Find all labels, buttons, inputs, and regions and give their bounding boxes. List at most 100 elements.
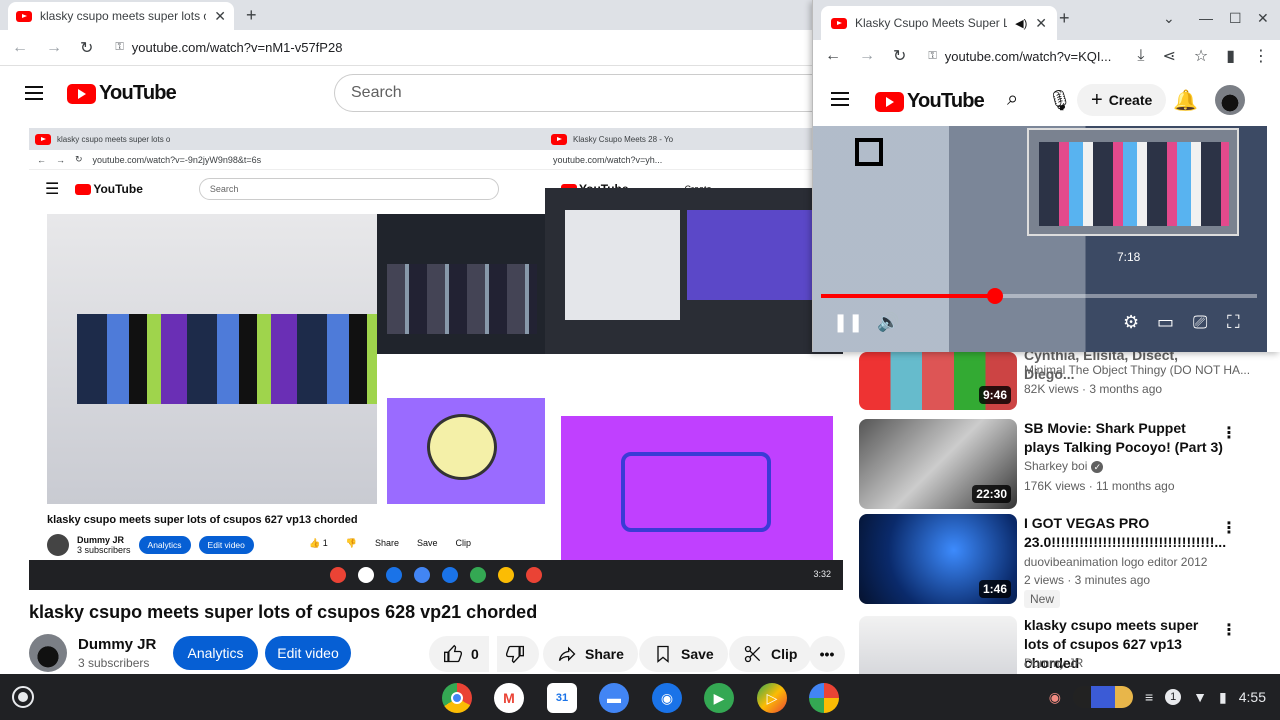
holding-space-icon[interactable]	[1073, 686, 1133, 708]
pip-reload-icon[interactable]: ↻	[893, 46, 906, 66]
clip-button[interactable]: Clip	[729, 636, 812, 672]
pip-video-player[interactable]: 7:18 ❚❚ 🔊 ⚙ ▭ ⎚ ⛶	[813, 126, 1267, 352]
fullscreen-icon[interactable]: ⛶	[1227, 312, 1240, 333]
related-channel-2[interactable]: duovibeanimation logo editor 2012	[1024, 555, 1207, 569]
related-thumbnail-3[interactable]	[859, 616, 1017, 674]
related-thumbnail-2[interactable]: 1:46	[859, 514, 1017, 604]
share-page-icon[interactable]: ⋖	[1162, 46, 1175, 66]
inner-subs: 3 subscribers	[77, 545, 131, 555]
save-button[interactable]: Save	[639, 636, 728, 672]
status-area[interactable]: ◉ ≡ 1 ▼ ▮ 4:55	[1049, 683, 1266, 711]
share-icon	[558, 646, 576, 662]
inner-calendar-icon	[386, 567, 402, 583]
close-tab-icon[interactable]: ✕	[214, 8, 226, 25]
chrome-menu-icon[interactable]: ⋮	[1253, 46, 1269, 66]
minimize-icon[interactable]: —	[1199, 10, 1213, 26]
url-field[interactable]: ⚿ youtube.com/watch?v=nM1-v57fP28	[115, 40, 342, 55]
chat-icon[interactable]: ◉	[652, 683, 682, 713]
inner-tab-title: klasky csupo meets super lots o	[57, 134, 171, 144]
launcher-icon[interactable]	[12, 686, 34, 708]
side-panel-icon[interactable]: ▮	[1226, 46, 1235, 66]
inner-chat-icon	[442, 567, 458, 583]
related-thumbnail-1[interactable]: 22:30	[859, 419, 1017, 509]
site-info-icon[interactable]: ⚿	[115, 41, 123, 54]
dislike-button[interactable]	[497, 636, 539, 672]
cast-icon[interactable]: ⎚	[1193, 312, 1207, 333]
channel-avatar[interactable]	[29, 634, 67, 672]
related-channel-0[interactable]: Minimal The Object Thingy (DO NOT HA...	[1024, 363, 1250, 377]
menu-icon[interactable]	[25, 86, 43, 104]
like-button[interactable]: 0	[429, 636, 489, 672]
related-video-2[interactable]: 1:46 I GOT VEGAS PRO 23.0!!!!!!!!!!!!!!!…	[859, 514, 1259, 608]
related-channel-1[interactable]: Sharkey boi ✓	[1024, 459, 1104, 473]
more-vert-icon[interactable]: ⋮	[1221, 518, 1237, 538]
pip-youtube-header: YouTube ⌕ 🎙 + Create 🔔	[813, 74, 1280, 126]
back-arrow-icon[interactable]: ←	[12, 39, 28, 57]
progress-bar[interactable]	[821, 288, 1257, 304]
pip-browser-tab[interactable]: Klasky Csupo Meets Super L ◀) ✕	[821, 6, 1057, 40]
search-icon[interactable]: ⌕	[1007, 88, 1018, 111]
edit-video-button[interactable]: Edit video	[265, 636, 351, 670]
bookmark-star-icon[interactable]: ☆	[1194, 46, 1208, 66]
miniplayer-icon[interactable]: ▭	[1157, 312, 1174, 333]
microphone-icon[interactable]: 🎙	[1047, 88, 1072, 113]
player-inset-screen	[1027, 128, 1239, 236]
gmail-icon[interactable]: M	[494, 683, 524, 713]
pip-back-icon[interactable]: ←	[825, 47, 841, 65]
youtube-logo[interactable]: YouTube	[67, 82, 177, 105]
share-button[interactable]: Share	[543, 636, 638, 672]
duration-badge: 22:30	[972, 485, 1011, 503]
pip-address-bar: ← → ↻ ⚿ youtube.com/watch?v=KQI... ⤓ ⋖ ☆…	[813, 40, 1280, 72]
close-window-icon[interactable]: ✕	[1257, 10, 1269, 27]
duration-badge: 1:46	[978, 580, 1011, 598]
meet-icon[interactable]: ▶	[704, 683, 734, 713]
more-vert-icon[interactable]: ⋮	[1221, 423, 1237, 443]
inner-gmail-icon	[358, 567, 374, 583]
new-tab-button[interactable]: +	[246, 5, 257, 26]
account-avatar[interactable]	[1215, 85, 1245, 115]
install-icon[interactable]: ⤓	[1137, 47, 1144, 65]
related-channel-3[interactable]: Dummy JR	[1024, 656, 1083, 670]
screen-record-icon[interactable]: ◉	[1049, 689, 1061, 706]
related-thumbnail-0[interactable]: 9:46	[859, 352, 1017, 410]
pip-youtube-logo[interactable]: YouTube	[875, 90, 985, 113]
pip-close-tab-icon[interactable]: ✕	[1035, 15, 1047, 32]
inner-play-icon	[498, 567, 514, 583]
pip-site-info-icon[interactable]: ⚿	[928, 50, 936, 63]
related-video-3[interactable]: klasky csupo meets super lots of csupos …	[859, 616, 1259, 674]
chrome-icon[interactable]	[442, 683, 472, 713]
reload-icon[interactable]: ↻	[80, 38, 93, 58]
play-store-icon[interactable]: ▷	[757, 683, 787, 713]
like-count: 0	[471, 646, 479, 662]
pip-url-field[interactable]: ⚿ youtube.com/watch?v=KQI...	[928, 49, 1111, 64]
related-title-1[interactable]: SB Movie: Shark Puppet plays Talking Poc…	[1024, 419, 1224, 457]
related-video-1[interactable]: 22:30 SB Movie: Shark Puppet plays Talki…	[859, 419, 1259, 509]
pip-forward-icon[interactable]: →	[859, 47, 875, 65]
browser-tab[interactable]: klasky csupo meets super lots o ✕	[8, 2, 234, 30]
more-actions-button[interactable]: •••	[809, 636, 845, 672]
photos-icon[interactable]	[809, 683, 839, 713]
forward-arrow-icon[interactable]: →	[46, 39, 62, 57]
search-input[interactable]: Search	[334, 74, 814, 112]
files-icon[interactable]: ▬	[599, 683, 629, 713]
video-player[interactable]: klasky csupo meets super lots o ← → ↻ yo…	[29, 128, 843, 590]
related-meta-1: 176K views · 11 months ago	[1024, 479, 1175, 493]
settings-gear-icon[interactable]: ⚙	[1123, 312, 1139, 333]
calendar-icon[interactable]: 31	[547, 683, 577, 713]
analytics-button[interactable]: Analytics	[173, 636, 258, 670]
clock[interactable]: 4:55	[1239, 689, 1266, 705]
create-button[interactable]: + Create	[1077, 84, 1167, 116]
clipboard-icon[interactable]: ≡	[1145, 689, 1153, 705]
maximize-icon[interactable]: ☐	[1229, 10, 1242, 27]
pip-new-tab-button[interactable]: +	[1059, 8, 1070, 29]
related-title-2[interactable]: I GOT VEGAS PRO 23.0!!!!!!!!!!!!!!!!!!!!…	[1024, 514, 1226, 552]
pause-icon[interactable]: ❚❚	[833, 312, 863, 333]
channel-name[interactable]: Dummy JR	[78, 636, 156, 653]
tab-search-icon[interactable]: ⌄	[1163, 10, 1175, 27]
notifications-bell-icon[interactable]: 🔔	[1173, 88, 1198, 113]
notification-badge[interactable]: 1	[1165, 689, 1182, 705]
volume-icon[interactable]: 🔊	[877, 312, 899, 333]
pip-menu-icon[interactable]	[831, 92, 849, 110]
inner-right-address-bar: youtube.com/watch?v=yh...	[545, 150, 843, 170]
more-vert-icon[interactable]: ⋮	[1221, 620, 1237, 640]
